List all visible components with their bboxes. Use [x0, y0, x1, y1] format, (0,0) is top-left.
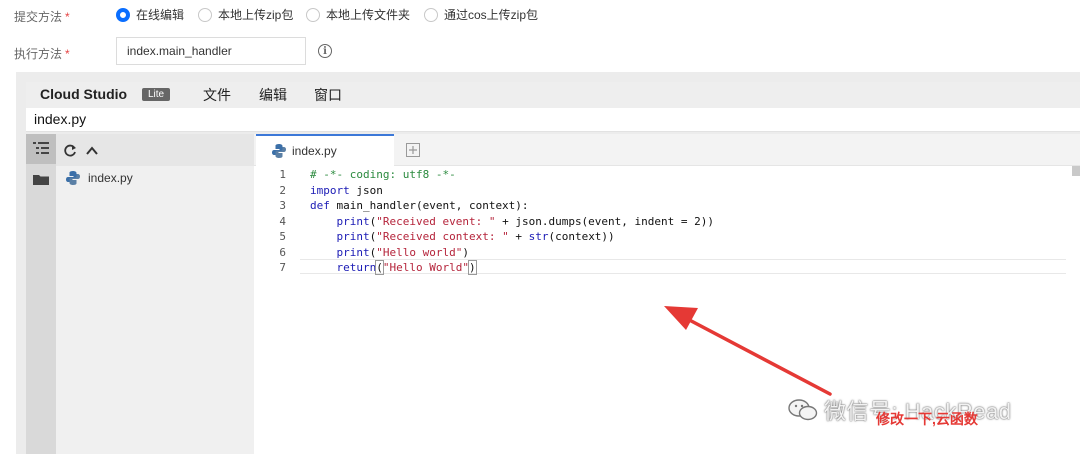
radio-cos-zip[interactable]: 通过cos上传zip包: [424, 6, 538, 23]
line-number: 5: [279, 230, 286, 243]
code-string: "Received context: ": [376, 230, 509, 243]
exec-method-input[interactable]: index.main_handler: [116, 37, 306, 65]
line-number: 4: [279, 214, 286, 228]
ide-brand: Cloud Studio: [40, 86, 128, 102]
exec-method-label-text: 执行方法: [14, 47, 63, 61]
radio-label-local-zip: 本地上传zip包: [218, 8, 294, 22]
code-text: +: [508, 230, 529, 243]
code-line: 6 print("Hello world"): [270, 245, 469, 261]
annotation-text: 修改一下,云函数: [876, 411, 978, 427]
wechat-icon: [788, 399, 818, 421]
code-line: 7 return("Hello World"): [270, 260, 477, 276]
scrollbar-thumb[interactable]: [1072, 166, 1080, 176]
lite-badge: Lite: [142, 88, 171, 101]
text-cursor: [475, 261, 477, 275]
code-keyword: print: [336, 214, 370, 228]
line-number: 7: [279, 261, 286, 274]
submit-method-label: 提交方法 *: [14, 8, 70, 25]
code-keyword: return: [336, 261, 377, 274]
line-number: 6: [279, 245, 286, 259]
tab-label: index.py: [292, 144, 337, 158]
code-string: "Received event: ": [376, 214, 496, 228]
code-line: 3 def main_handler(event, context):: [270, 198, 529, 214]
collapse-up-icon[interactable]: [86, 146, 98, 155]
required-mark: *: [65, 10, 70, 24]
code-string: "Hello World": [382, 261, 469, 274]
code-text: (: [375, 260, 384, 275]
code-keyword: print: [336, 245, 370, 259]
code-comment: # -*- coding: utf8 -*-: [310, 168, 456, 181]
code-text: ): [462, 245, 469, 259]
code-line: 5 print("Received context: " + str(conte…: [270, 229, 615, 245]
code-line: 1 # -*- coding: utf8 -*-: [270, 167, 456, 183]
code-keyword: import: [310, 183, 350, 197]
python-file-icon: [66, 171, 80, 185]
info-icon[interactable]: i: [318, 44, 332, 58]
radio-unselected-icon: [198, 7, 212, 22]
exec-method-label: 执行方法 *: [14, 45, 70, 62]
path-bar: [26, 108, 1080, 132]
menu-edit[interactable]: 编辑: [259, 85, 287, 105]
code-text: + json.dumps(event, indent = 2)): [495, 214, 715, 228]
radio-label-local-folder: 本地上传文件夹: [326, 8, 411, 22]
code-line: 2 import json: [270, 183, 383, 199]
folder-icon[interactable]: [33, 173, 49, 185]
required-mark: *: [65, 47, 70, 61]
radio-label-online-edit: 在线编辑: [136, 8, 185, 22]
line-number: 3: [279, 199, 286, 212]
python-file-icon: [272, 144, 286, 158]
code-keyword: def: [310, 199, 330, 212]
tab-index-py[interactable]: index.py: [256, 134, 394, 166]
code-keyword: print: [336, 230, 370, 243]
tree-file-label: index.py: [88, 171, 133, 185]
code-text: json: [349, 183, 383, 197]
line-number: 2: [279, 183, 286, 197]
new-tab-plus-icon[interactable]: [406, 143, 420, 157]
code-keyword: str: [528, 230, 549, 243]
code-line: 4 print("Received event: " + json.dumps(…: [270, 214, 714, 230]
radio-selected-icon: [116, 7, 130, 22]
refresh-icon[interactable]: [64, 144, 77, 157]
code-text: ): [468, 260, 477, 275]
menu-file[interactable]: 文件: [203, 85, 231, 105]
tree-file-item[interactable]: index.py: [66, 171, 133, 185]
ide-menubar: [26, 82, 1080, 108]
current-path: index.py: [34, 111, 87, 127]
menu-window[interactable]: 窗口: [314, 85, 342, 105]
exec-method-value: index.main_handler: [127, 44, 232, 58]
code-string: "Hello world": [376, 245, 463, 259]
radio-unselected-icon: [424, 7, 438, 22]
radio-local-folder[interactable]: 本地上传文件夹: [306, 6, 410, 23]
submit-method-label-text: 提交方法: [14, 10, 63, 24]
code-text: main_handler(event, context):: [329, 199, 529, 212]
radio-unselected-icon: [306, 7, 320, 22]
file-tree-icon: [33, 142, 49, 154]
line-number: 1: [279, 168, 286, 181]
radio-local-zip[interactable]: 本地上传zip包: [198, 6, 293, 23]
annotation-arrow-icon: [664, 306, 832, 396]
radio-online-edit[interactable]: 在线编辑: [116, 6, 184, 23]
radio-label-cos-zip: 通过cos上传zip包: [444, 8, 539, 22]
code-text: (context)): [548, 230, 615, 243]
